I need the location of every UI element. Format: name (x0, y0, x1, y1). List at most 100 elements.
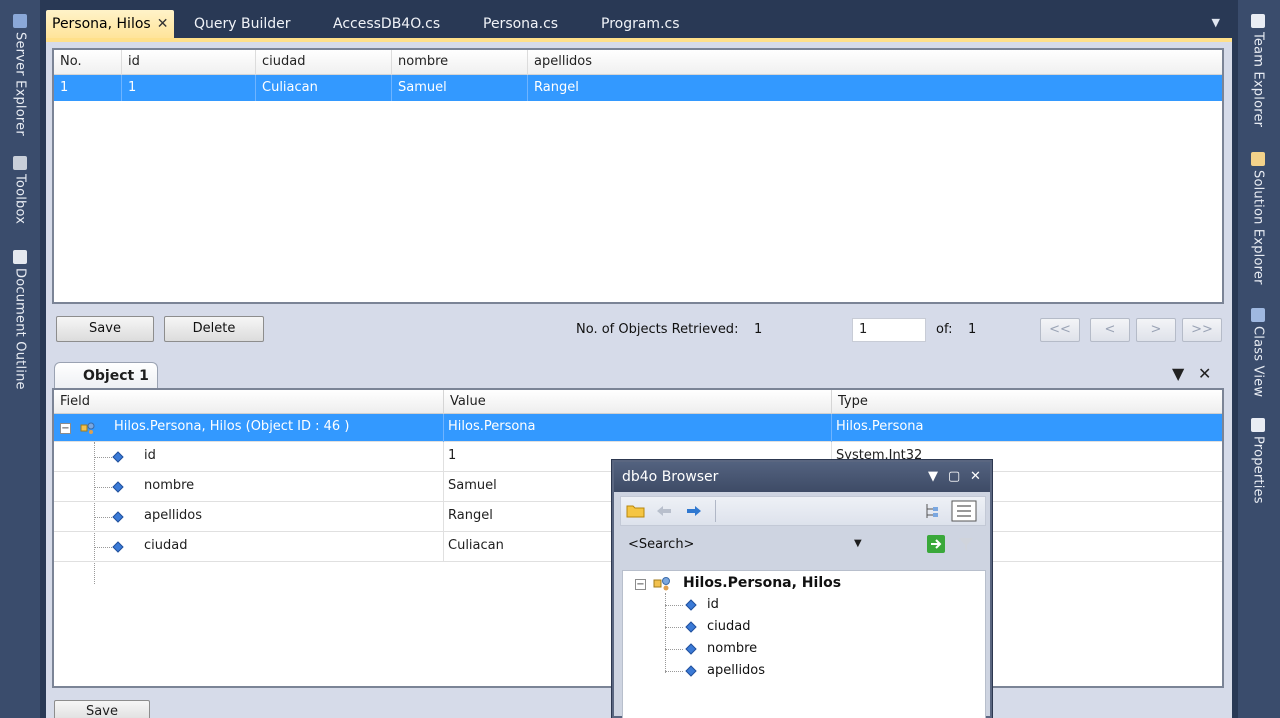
collapse-icon[interactable]: − (635, 579, 646, 590)
tab-program-cs[interactable]: Program.cs (595, 12, 686, 38)
rail-item-class-view[interactable]: Class View (1238, 308, 1278, 397)
field-icon (685, 665, 697, 677)
tree-node-ciudad[interactable]: ciudad (707, 619, 750, 634)
tree-guide (94, 457, 114, 458)
save-object-button[interactable]: Save (54, 700, 150, 718)
left-tool-rail: Server Explorer Toolbox Document Outline (0, 0, 40, 718)
rail-label: Team Explorer (1250, 32, 1266, 128)
cell-id[interactable]: 1 (122, 75, 256, 101)
search-input[interactable]: <Search> (620, 532, 870, 558)
back-arrow-icon[interactable] (653, 501, 675, 521)
total-pages-value: 1 (968, 322, 977, 337)
window-menu-icon[interactable]: ▼ (928, 469, 938, 484)
root-field-cell: Hilos.Persona, Hilos (Object ID : 46 ) (110, 414, 444, 442)
tree-root-node[interactable]: Hilos.Persona, Hilos (683, 575, 841, 591)
cell-nombre[interactable]: Samuel (392, 75, 528, 101)
root-value-cell: Hilos.Persona (444, 414, 832, 442)
right-tool-rail: Team Explorer Solution Explorer Class Vi… (1238, 0, 1280, 718)
solution-explorer-icon (1251, 152, 1265, 166)
first-page-button[interactable]: << (1040, 318, 1080, 342)
rail-item-toolbox[interactable]: Toolbox (0, 156, 40, 224)
collapse-icon[interactable]: − (60, 423, 71, 434)
tab-overflow-dropdown-icon[interactable]: ▼ (1212, 16, 1220, 29)
tab-query-builder[interactable]: Query Builder (188, 12, 297, 38)
rail-label: Solution Explorer (1250, 170, 1266, 285)
cell-no[interactable]: 1 (54, 75, 122, 101)
browser-toolbar (620, 496, 986, 526)
list-view-icon[interactable] (951, 500, 977, 522)
object-root-row[interactable]: − Hilos.Persona, Hilos (Object ID : 46 )… (54, 414, 1222, 442)
go-search-icon[interactable] (926, 534, 946, 554)
tab-persona-cs[interactable]: Persona.cs (477, 12, 564, 38)
field-icon (112, 481, 124, 493)
column-header-no[interactable]: No. (54, 50, 122, 75)
column-header-apellidos[interactable]: apellidos (528, 50, 1222, 75)
tree-node-apellidos[interactable]: apellidos (707, 663, 765, 678)
forward-arrow-icon[interactable] (683, 501, 705, 521)
field-name-cell: ciudad (140, 532, 444, 562)
next-page-button[interactable]: > (1136, 318, 1176, 342)
tree-view-icon[interactable] (921, 501, 943, 521)
document-outline-icon (13, 250, 27, 264)
close-icon[interactable]: ✕ (1198, 364, 1211, 383)
rail-item-solution-explorer[interactable]: Solution Explorer (1238, 152, 1278, 285)
maximize-icon[interactable]: ▢ (948, 469, 960, 484)
objects-retrieved-label: No. of Objects Retrieved: (576, 322, 739, 337)
close-icon[interactable]: ✕ (157, 10, 169, 38)
rail-item-team-explorer[interactable]: Team Explorer (1238, 14, 1278, 127)
field-name-cell: apellidos (140, 502, 444, 532)
save-button[interactable]: Save (56, 316, 154, 342)
properties-icon (1251, 418, 1265, 432)
tree-node-nombre[interactable]: nombre (707, 641, 757, 656)
cell-apellidos[interactable]: Rangel (528, 75, 1222, 101)
server-explorer-icon (13, 14, 27, 28)
rail-label: Class View (1250, 326, 1266, 398)
table-row[interactable]: 1 1 Culiacan Samuel Rangel (54, 75, 1222, 101)
tree-guide (665, 671, 683, 672)
field-icon (685, 621, 697, 633)
tab-accessdb4o[interactable]: AccessDB4O.cs (327, 12, 446, 38)
open-folder-icon[interactable] (625, 501, 647, 521)
rail-label: Document Outline (12, 268, 28, 390)
tree-node-id[interactable]: id (707, 597, 719, 612)
rail-label: Toolbox (12, 174, 28, 225)
tab-label: AccessDB4O.cs (333, 16, 441, 32)
toolbar-divider (715, 500, 716, 522)
delete-button[interactable]: Delete (164, 316, 264, 342)
rail-item-document-outline[interactable]: Document Outline (0, 250, 40, 390)
rail-item-properties[interactable]: Properties (1238, 418, 1278, 504)
tree-guide (94, 517, 114, 518)
results-grid: No. id ciudad nombre apellidos 1 1 Culia… (52, 48, 1224, 304)
tab-persona-hilos[interactable]: Persona, Hilos ✕ (46, 10, 175, 38)
tree-guide (665, 627, 683, 628)
tree-guide (94, 487, 114, 488)
class-view-icon (1251, 308, 1265, 322)
search-bar: <Search> ▼ (620, 532, 986, 560)
tree-guide (94, 547, 114, 548)
column-header-value[interactable]: Value (444, 390, 832, 414)
db4o-browser-window: db4o Browser ▼ ▢ ✕ <Search> ▼ − Hilos.Pe… (612, 460, 992, 718)
last-page-button[interactable]: >> (1182, 318, 1222, 342)
panel-menu-icon[interactable]: ▼ (1172, 364, 1184, 383)
tab-label: Program.cs (601, 16, 680, 32)
page-number-input[interactable]: 1 (852, 318, 926, 342)
chevron-down-icon[interactable]: ▼ (854, 538, 862, 549)
rail-label: Properties (1250, 436, 1266, 504)
field-icon (112, 511, 124, 523)
tab-label: Query Builder (194, 16, 291, 32)
tab-object-1[interactable]: Object 1 (54, 362, 158, 388)
field-icon (685, 643, 697, 655)
close-icon[interactable]: ✕ (970, 469, 981, 484)
previous-page-button[interactable]: < (1090, 318, 1130, 342)
cell-ciudad[interactable]: Culiacan (256, 75, 392, 101)
column-header-type[interactable]: Type (832, 390, 1222, 414)
column-header-field[interactable]: Field (54, 390, 444, 414)
filter-icon[interactable] (958, 536, 974, 552)
column-header-nombre[interactable]: nombre (392, 50, 528, 75)
class-object-icon (80, 422, 95, 434)
field-name-cell: id (140, 442, 444, 472)
column-header-id[interactable]: id (122, 50, 256, 75)
rail-item-server-explorer[interactable]: Server Explorer (0, 14, 40, 136)
column-header-ciudad[interactable]: ciudad (256, 50, 392, 75)
field-icon (685, 599, 697, 611)
